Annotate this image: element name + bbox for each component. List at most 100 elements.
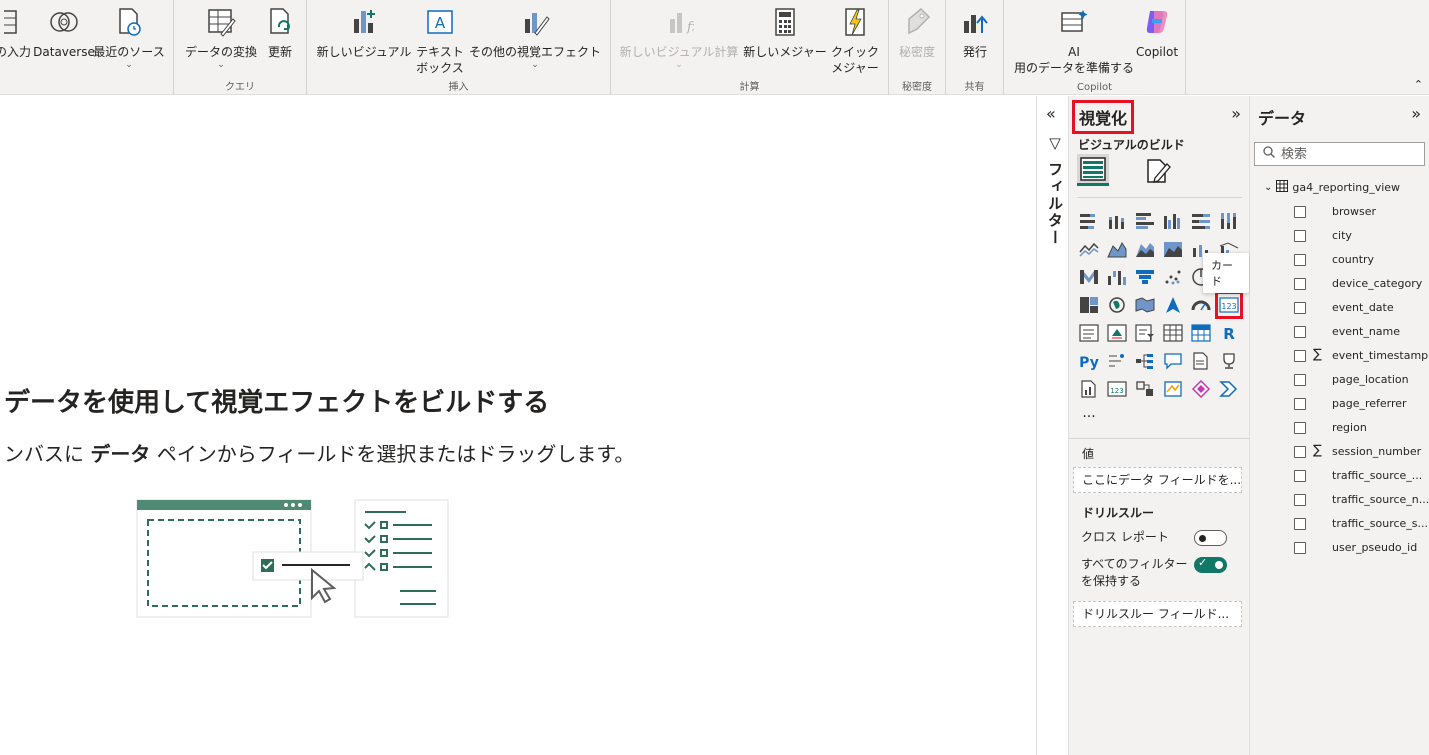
new-visual-calculation-button[interactable]: fx 新しいビジュアル計算 ⌄ — [617, 6, 741, 70]
arcgis-map-icon[interactable] — [1159, 375, 1187, 403]
values-drop-well[interactable]: ここにデータ フィールドを... — [1073, 467, 1242, 493]
field-checkbox[interactable] — [1294, 278, 1306, 290]
area-chart-icon[interactable] — [1103, 235, 1131, 263]
table-visual-icon[interactable] — [1159, 319, 1187, 347]
field-checkbox[interactable] — [1294, 446, 1306, 458]
power-apps-visual-icon[interactable]: 123 — [1103, 375, 1131, 403]
expand-filters-icon[interactable]: « — [1046, 104, 1056, 123]
goals-trophy-icon[interactable] — [1215, 347, 1243, 375]
empty-canvas-subtitle: ンバスに データ ペインからフィールドを選択またはドラッグします。 — [4, 442, 635, 466]
ribbon-chart-icon[interactable] — [1075, 263, 1103, 291]
drillthrough-drop-well[interactable]: ドリルスルー フィールド... — [1073, 601, 1242, 627]
clustered-bar-chart-icon[interactable] — [1131, 207, 1159, 235]
dataverse-button[interactable]: Dataverse — [33, 6, 95, 60]
field-checkbox[interactable] — [1294, 350, 1306, 362]
cross-report-toggle[interactable] — [1194, 530, 1227, 546]
stacked-area-chart-icon[interactable] — [1131, 235, 1159, 263]
field-checkbox[interactable] — [1294, 518, 1306, 530]
publish-button[interactable]: 発行 — [954, 6, 996, 60]
decomposition-tree-icon[interactable] — [1131, 347, 1159, 375]
prepare-data-for-ai-button[interactable]: AI 用のデータを準備する — [1012, 6, 1136, 76]
field-checkbox[interactable] — [1294, 494, 1306, 506]
field-checkbox[interactable] — [1294, 254, 1306, 266]
new-measure-button[interactable]: 新しいメジャー — [741, 6, 829, 60]
stacked-bar-chart-icon[interactable] — [1075, 207, 1103, 235]
field-name: region — [1332, 421, 1367, 434]
field-name: city — [1332, 229, 1352, 242]
stacked-column-chart-icon[interactable] — [1103, 207, 1131, 235]
field-checkbox[interactable] — [1294, 374, 1306, 386]
transform-data-button[interactable]: データの変換 ⌄ — [182, 6, 260, 70]
field-checkbox[interactable] — [1294, 422, 1306, 434]
svg-text:fx: fx — [686, 20, 694, 35]
refresh-button[interactable]: 更新 — [260, 6, 300, 60]
collapse-data-icon[interactable]: » — [1411, 104, 1421, 123]
build-visual-icon — [1080, 156, 1106, 181]
field-checkbox[interactable] — [1294, 326, 1306, 338]
text-box-button[interactable]: A テキスト ボックス — [413, 6, 467, 76]
card-visual-icon[interactable]: 123 — [1215, 291, 1243, 319]
treemap-icon[interactable] — [1075, 291, 1103, 319]
new-visual-button[interactable]: 新しいビジュアル — [315, 6, 413, 60]
data-search-box[interactable] — [1254, 142, 1425, 166]
field-name: event_timestamp — [1332, 349, 1429, 362]
field-checkbox[interactable] — [1294, 206, 1306, 218]
slicer-icon[interactable] — [1131, 319, 1159, 347]
collapse-ribbon-icon[interactable]: ⌃ — [1414, 78, 1423, 91]
python-visual-icon[interactable]: Py — [1075, 347, 1103, 375]
ribbon-group-insert: 新しいビジュアル A テキスト ボックス その他の視覚エフェクト ⌄ 挿入 — [307, 0, 611, 95]
waterfall-chart-icon[interactable] — [1103, 263, 1131, 291]
100-stacked-column-chart-icon[interactable] — [1215, 207, 1243, 235]
qa-visual-icon[interactable] — [1159, 347, 1187, 375]
divider — [1077, 197, 1242, 198]
paginated-report-icon[interactable] — [1075, 375, 1103, 403]
power-automate-icon[interactable] — [1131, 375, 1159, 403]
matrix-icon[interactable] — [1187, 319, 1215, 347]
enter-data-button[interactable]: の入力 — [0, 6, 36, 60]
r-script-visual-icon[interactable]: R — [1215, 319, 1243, 347]
sensitivity-button[interactable]: 秘密度 — [895, 6, 939, 60]
more-visuals-icon[interactable]: ··· — [1075, 403, 1103, 431]
sigma-icon: ∑ — [1313, 347, 1322, 362]
multi-row-card-icon[interactable] — [1075, 319, 1103, 347]
field-checkbox[interactable] — [1294, 542, 1306, 554]
build-visual-tab[interactable] — [1077, 154, 1109, 186]
quick-measure-icon — [839, 6, 871, 38]
power-apps-icon[interactable] — [1187, 375, 1215, 403]
scatter-chart-icon[interactable] — [1159, 263, 1187, 291]
recent-sources-button[interactable]: 最近のソース ⌄ — [92, 6, 166, 70]
chevron-down-icon: ⌄ — [675, 60, 683, 70]
field-name: event_name — [1332, 325, 1401, 338]
more-visuals-button[interactable]: その他の視覚エフェクト ⌄ — [467, 6, 603, 70]
search-input[interactable] — [1281, 146, 1411, 162]
100-stacked-bar-chart-icon[interactable] — [1187, 207, 1215, 235]
field-checkbox[interactable] — [1294, 302, 1306, 314]
azure-map-icon[interactable] — [1159, 291, 1187, 319]
100-stacked-area-chart-icon[interactable] — [1159, 235, 1187, 263]
field-checkbox[interactable] — [1294, 398, 1306, 410]
clustered-column-chart-icon[interactable] — [1159, 207, 1187, 235]
chevron-down-icon[interactable]: ⌄ — [1264, 182, 1272, 193]
filters-pane-collapsed[interactable]: « ▽ フィルター — [1036, 96, 1069, 755]
smart-narrative-icon[interactable] — [1187, 347, 1215, 375]
key-influencers-icon[interactable] — [1103, 347, 1131, 375]
gauge-icon[interactable] — [1187, 291, 1215, 319]
field-name: traffic_source_s... — [1332, 517, 1429, 530]
field-checkbox[interactable] — [1294, 230, 1306, 242]
visual-calculation-icon: fx — [663, 6, 695, 38]
filled-map-icon[interactable] — [1131, 291, 1159, 319]
sigma-icon: ∑ — [1313, 443, 1322, 458]
copilot-button[interactable]: Copilot — [1134, 6, 1180, 60]
table-ga4-reporting-view[interactable]: ⌄ ga4_reporting_view — [1264, 180, 1400, 195]
kpi-icon[interactable] — [1103, 319, 1131, 347]
map-icon[interactable] — [1103, 291, 1131, 319]
line-chart-icon[interactable] — [1075, 235, 1103, 263]
funnel-chart-icon[interactable] — [1131, 263, 1159, 291]
report-canvas[interactable]: データを使用して視覚エフェクトをビルドする ンバスに データ ペインからフィール… — [0, 96, 1036, 755]
quick-measure-button[interactable]: クイック メジャー — [827, 6, 883, 76]
format-visual-tab[interactable] — [1143, 156, 1173, 186]
keep-all-filters-toggle[interactable]: ✓ — [1194, 556, 1227, 573]
field-checkbox[interactable] — [1294, 470, 1306, 482]
power-automate-flow-icon[interactable] — [1215, 375, 1243, 403]
collapse-visualizations-icon[interactable]: » — [1231, 104, 1241, 123]
